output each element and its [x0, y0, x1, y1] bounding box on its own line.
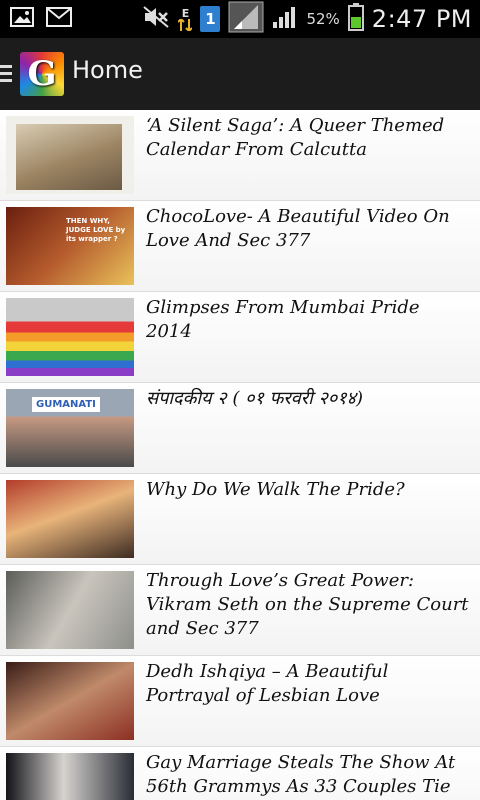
article-item[interactable]: GUMANATI संपादकीय २ ( ०१ फरवरी २०१४): [0, 383, 480, 474]
article-title: संपादकीय २ ( ०१ फरवरी २०१४): [146, 388, 363, 409]
article-thumbnail: GUMANATI: [6, 389, 134, 467]
clock: 2:47 PM: [371, 5, 472, 33]
article-title: Glimpses From Mumbai Pride 2014: [146, 297, 420, 342]
gmail-icon: [46, 7, 72, 31]
signal-1-icon: [228, 1, 264, 37]
network-type-label: E: [181, 6, 190, 20]
article-item[interactable]: Dedh Ishqiya – A Beautiful Portrayal of …: [0, 656, 480, 747]
thumbnail-overlay-text: GUMANATI: [32, 397, 100, 412]
sim-icon: 1: [200, 6, 221, 32]
signal-2-icon: [272, 6, 298, 32]
article-thumbnail: [6, 116, 134, 194]
article-title: Dedh Ishqiya – A Beautiful Portrayal of …: [146, 661, 389, 706]
article-thumbnail: THEN WHY, JUDGE LOVE by its wrapper ?: [6, 207, 134, 285]
article-thumbnail: [6, 753, 134, 800]
app-logo[interactable]: G: [20, 52, 64, 96]
article-title: ChocoLove- A Beautiful Video On Love And…: [146, 206, 450, 251]
article-title: Gay Marriage Steals The Show At 56th Gra…: [146, 752, 456, 797]
article-item[interactable]: Through Love’s Great Power: Vikram Seth …: [0, 565, 480, 656]
article-thumbnail: [6, 480, 134, 558]
article-list: ‘A Silent Saga’: A Queer Themed Calendar…: [0, 110, 480, 800]
article-item[interactable]: ‘A Silent Saga’: A Queer Themed Calendar…: [0, 110, 480, 201]
app-bar: G Home: [0, 38, 480, 110]
app-title: Home: [72, 56, 143, 84]
article-title: Why Do We Walk The Pride?: [146, 479, 405, 500]
article-thumbnail: [6, 298, 134, 376]
battery-percent: 52%: [306, 10, 340, 28]
article-thumbnail: [6, 662, 134, 740]
article-item[interactable]: Why Do We Walk The Pride?: [0, 474, 480, 565]
article-title: ‘A Silent Saga’: A Queer Themed Calendar…: [146, 115, 445, 160]
battery-icon: [347, 3, 364, 35]
article-title: Through Love’s Great Power: Vikram Seth …: [146, 570, 469, 639]
data-arrows-icon: E: [178, 6, 193, 31]
status-notifications: [10, 0, 72, 38]
article-item[interactable]: THEN WHY, JUDGE LOVE by its wrapper ? Ch…: [0, 201, 480, 292]
article-item[interactable]: Gay Marriage Steals The Show At 56th Gra…: [0, 747, 480, 800]
drawer-menu-icon[interactable]: [0, 65, 12, 83]
article-item[interactable]: Glimpses From Mumbai Pride 2014: [0, 292, 480, 383]
thumbnail-overlay-text: THEN WHY, JUDGE LOVE by its wrapper ?: [66, 217, 126, 243]
status-system: E 1 52% 2:47 PM: [142, 0, 472, 38]
gallery-icon: [10, 6, 34, 32]
logo-letter: G: [27, 54, 57, 94]
mute-icon: [142, 5, 170, 33]
article-thumbnail: [6, 571, 134, 649]
status-bar: E 1 52% 2:47 PM: [0, 0, 480, 38]
sim-slot-label: 1: [205, 10, 216, 28]
